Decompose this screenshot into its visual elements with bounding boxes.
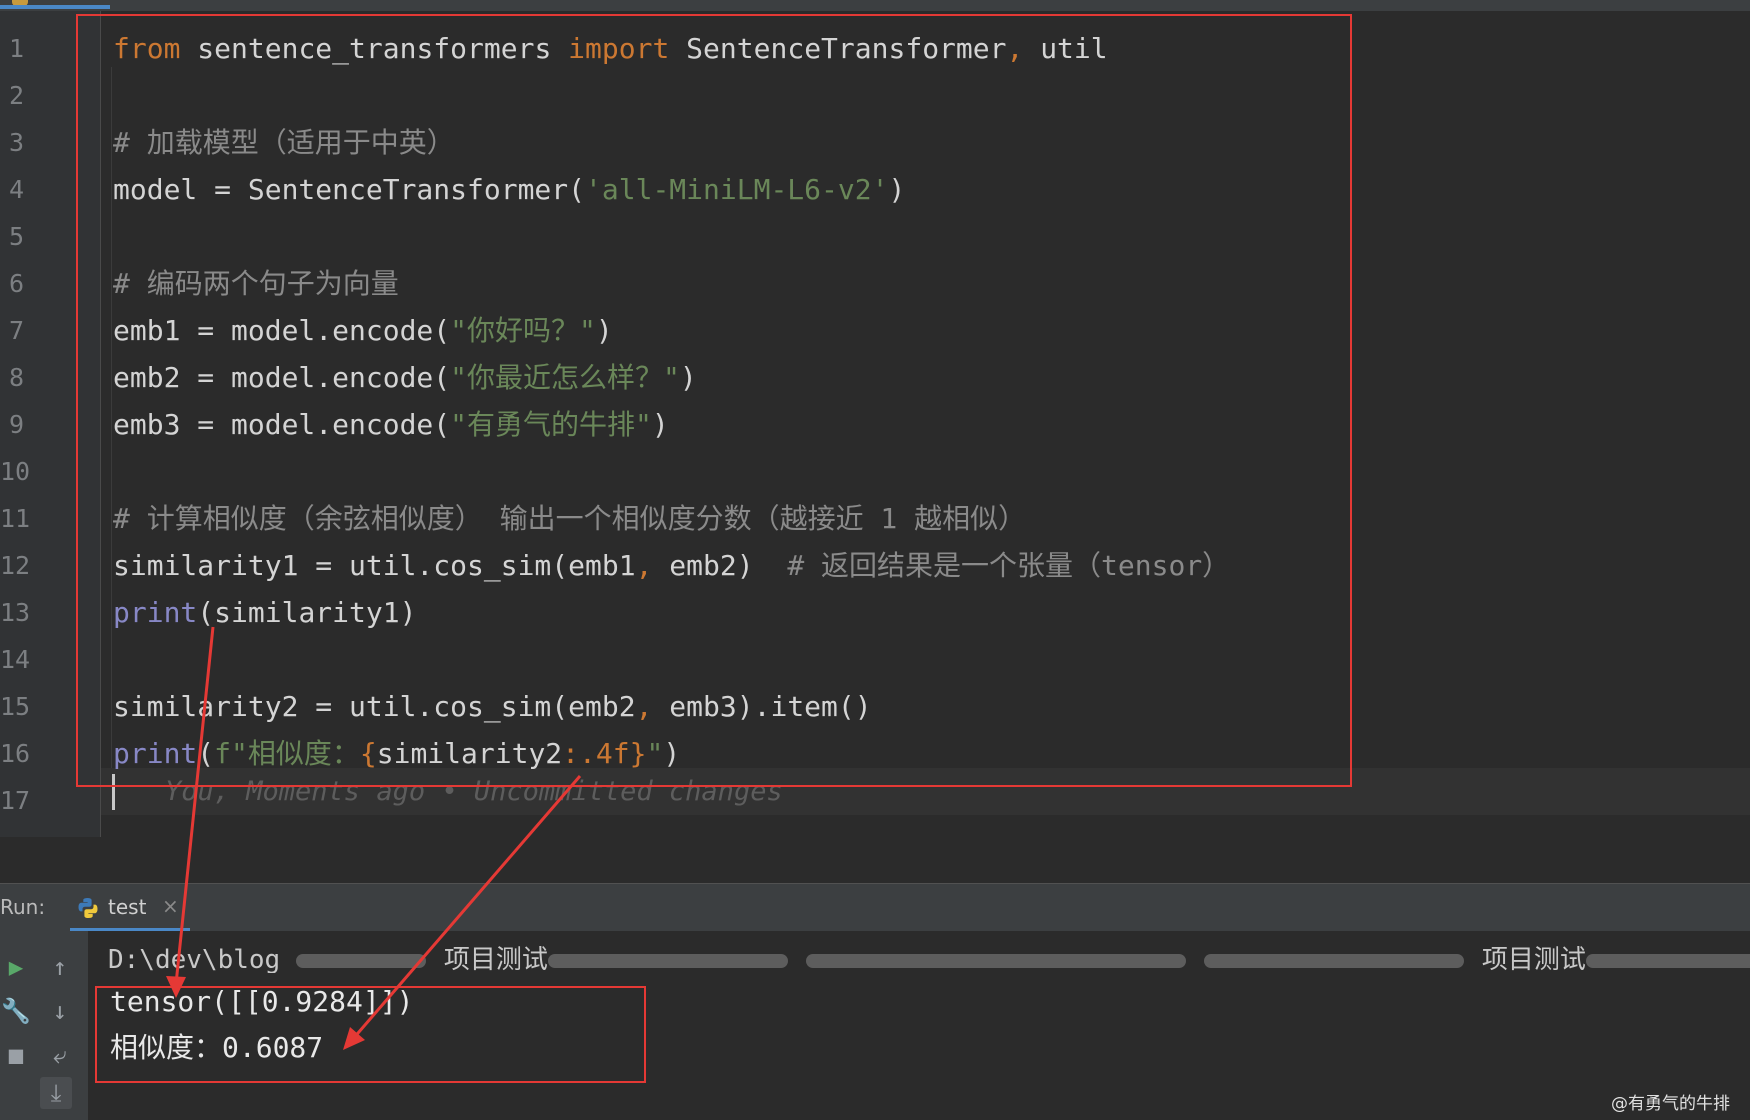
output-highlight-box [95, 986, 646, 1083]
soft-wrap-icon[interactable]: ⤶ [44, 1039, 76, 1071]
stop-icon[interactable]: ■ [0, 1039, 32, 1071]
line-number: 14 [0, 645, 31, 674]
path-text: D:\dev\blog_ [108, 945, 296, 973]
line-number: 9 [8, 410, 24, 439]
watermark: @有勇气的牛排 [1611, 1094, 1730, 1114]
line-number: 7 [8, 316, 24, 345]
run-label: Run: [0, 895, 46, 919]
line-number: 6 [8, 269, 24, 298]
line-number: 5 [8, 222, 24, 251]
line-number: 4 [8, 175, 24, 204]
run-toolbar: ▶ ↑ 🔧 ↓ ■ ⤶ ⤓ [0, 931, 88, 1120]
redacted-segment [805, 953, 1186, 968]
line-number: 15 [0, 692, 31, 721]
line-number: 3 [8, 128, 24, 157]
redacted-segment [1203, 953, 1464, 968]
run-tab-test[interactable]: test × [70, 884, 190, 932]
line-number: 12 [0, 551, 31, 580]
run-tool-window-header: Run: test × [0, 883, 1750, 932]
active-tab-indicator [0, 5, 110, 9]
line-number: 13 [0, 598, 31, 627]
path-text: 项目测试 [1481, 945, 1586, 973]
python-icon [78, 898, 98, 918]
line-number: 2 [8, 81, 24, 110]
line-number: 11 [0, 504, 31, 533]
editor-tab-strip [0, 0, 1750, 11]
close-icon[interactable]: × [162, 894, 179, 918]
line-number: 16 [0, 739, 31, 768]
arrow-down-icon[interactable]: ↓ [44, 995, 76, 1027]
rerun-icon[interactable]: ▶ [0, 951, 32, 983]
redacted-segment [1585, 953, 1750, 968]
interpreter-path-line: D:\dev\blog_ 项目测试 项目测试 [108, 939, 1750, 973]
wrench-icon[interactable]: 🔧 [0, 995, 32, 1027]
line-number: 8 [8, 363, 24, 392]
scroll-to-end-icon[interactable]: ⤓ [40, 1077, 72, 1109]
line-number: 17 [0, 786, 31, 815]
line-number: 1 [8, 34, 24, 63]
code-highlight-box [76, 14, 1352, 787]
run-tab-label: test [108, 895, 147, 919]
redacted-segment [547, 953, 788, 968]
redacted-segment [295, 953, 426, 968]
arrow-up-icon[interactable]: ↑ [44, 951, 76, 983]
path-text: 项目测试 [443, 945, 548, 973]
line-number: 10 [0, 457, 31, 486]
